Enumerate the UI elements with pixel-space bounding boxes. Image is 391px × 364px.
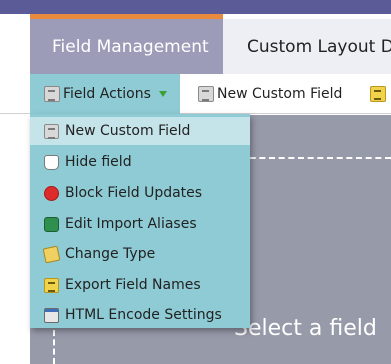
menu-item-new-custom-field[interactable]: New Custom Field <box>30 117 250 145</box>
field-actions-menu: New Custom Field Hide field Block Field … <box>30 114 250 328</box>
tab-field-management[interactable]: Field Management <box>30 19 223 74</box>
top-bar <box>0 0 391 14</box>
list-icon <box>370 86 386 102</box>
menu-item-change-type[interactable]: Change Type <box>30 240 250 268</box>
export-icon <box>44 277 59 293</box>
menu-item-html-encode-settings[interactable]: HTML Encode Settings <box>30 301 250 329</box>
document-icon <box>44 123 59 139</box>
field-actions-button[interactable]: Field Actions <box>30 74 180 114</box>
document-icon <box>198 86 214 102</box>
tab-custom-layout[interactable]: Custom Layout De <box>223 19 391 74</box>
flask-icon <box>44 154 59 170</box>
menu-item-block-field-updates[interactable]: Block Field Updates <box>30 179 250 207</box>
document-icon <box>44 86 60 102</box>
left-panel <box>0 115 30 364</box>
canvas-hint: Select a field <box>234 316 377 341</box>
drop-zone-outline-left <box>53 330 55 364</box>
menu-item-label: New Custom Field <box>65 123 191 139</box>
html-window-icon <box>44 307 59 323</box>
menu-item-hide-field[interactable]: Hide field <box>30 148 250 176</box>
menu-item-label: HTML Encode Settings <box>65 307 222 323</box>
new-custom-field-label: New Custom Field <box>217 86 343 102</box>
menu-item-label: Change Type <box>65 246 156 262</box>
menu-item-label: Edit Import Aliases <box>65 216 197 232</box>
caret-down-icon <box>158 91 167 97</box>
toolbar-overflow-button[interactable] <box>370 74 389 114</box>
menu-item-export-field-names[interactable]: Export Field Names <box>30 271 250 299</box>
menu-item-label: Hide field <box>65 154 132 170</box>
menu-item-label: Block Field Updates <box>65 185 203 201</box>
menu-item-label: Export Field Names <box>65 277 201 293</box>
change-type-icon <box>42 245 61 263</box>
active-tab-accent <box>30 14 223 19</box>
new-custom-field-button[interactable]: New Custom Field <box>198 74 342 114</box>
menu-item-edit-import-aliases[interactable]: Edit Import Aliases <box>30 210 250 238</box>
edit-aliases-icon <box>44 216 59 232</box>
drop-zone-outline <box>240 157 391 159</box>
field-actions-label: Field Actions <box>63 86 151 102</box>
block-icon <box>44 185 59 201</box>
